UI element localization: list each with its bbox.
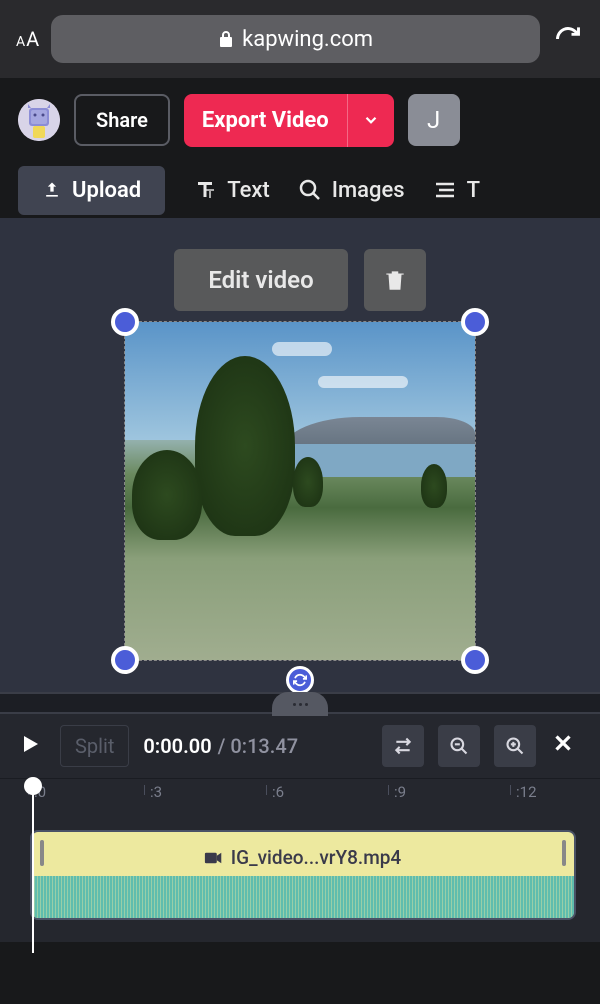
chevron-down-icon [362, 111, 380, 129]
refresh-button[interactable] [552, 23, 584, 55]
panel-divider[interactable] [0, 692, 600, 714]
time-display: 0:00.00 / 0:13.47 [143, 734, 298, 758]
close-icon [550, 730, 576, 756]
edit-video-button[interactable]: Edit video [174, 249, 347, 311]
delete-button[interactable] [364, 249, 426, 311]
clip-trim-right[interactable] [562, 840, 566, 866]
swap-icon [393, 736, 413, 756]
top-toolbar: Share Export Video J [0, 78, 600, 162]
video-icon [205, 851, 223, 865]
url-text: kapwing.com [242, 27, 373, 52]
zoom-out-button[interactable] [438, 725, 480, 767]
workspace-avatar[interactable] [18, 99, 60, 141]
user-badge[interactable]: J [408, 94, 460, 146]
url-bar[interactable]: kapwing.com [51, 15, 540, 63]
browser-chrome: AA kapwing.com [0, 0, 600, 78]
zoom-in-button[interactable] [494, 725, 536, 767]
text-icon [193, 178, 217, 202]
edit-toolbar: Edit video [174, 249, 425, 311]
close-timeline-button[interactable] [550, 730, 582, 762]
zoom-in-icon [505, 736, 525, 756]
clip-trim-left[interactable] [40, 840, 44, 866]
video-frame[interactable] [124, 321, 476, 661]
timeline-controls: Split 0:00.00 / 0:13.47 [0, 714, 600, 778]
more-tool[interactable]: T [433, 178, 480, 203]
playhead[interactable] [24, 777, 42, 795]
secondary-toolbar: Upload Text Images T [0, 162, 600, 218]
split-button[interactable]: Split [60, 725, 129, 767]
clip-label: IG_video...vrY8.mp4 [205, 846, 401, 869]
zoom-out-icon [449, 736, 469, 756]
rotate-icon [293, 673, 307, 687]
menu-icon [433, 178, 457, 202]
video-clip[interactable]: IG_video...vrY8.mp4 [30, 830, 576, 920]
export-button[interactable]: Export Video [184, 94, 347, 147]
refresh-icon [554, 25, 582, 53]
rotate-handle[interactable] [286, 666, 314, 694]
resize-handle-br[interactable] [461, 646, 489, 674]
clip-track: IG_video...vrY8.mp4 [0, 812, 600, 942]
ruler-tick: :12 [516, 783, 537, 801]
text-tool[interactable]: Text [193, 178, 270, 203]
resize-handle-tr[interactable] [461, 308, 489, 336]
audio-waveform [32, 876, 574, 918]
video-preview [125, 322, 475, 660]
resize-handle-bl[interactable] [111, 646, 139, 674]
share-button[interactable]: Share [74, 94, 170, 146]
lock-icon [218, 30, 234, 48]
canvas-area: Edit video [0, 218, 600, 692]
timeline-ruler[interactable]: :0 :3 :6 :9 :12 [0, 778, 600, 812]
ruler-tick: :9 [394, 783, 406, 801]
trash-icon [382, 267, 408, 293]
export-dropdown-button[interactable] [347, 94, 394, 147]
play-icon [18, 732, 42, 756]
search-icon [298, 178, 322, 202]
play-button[interactable] [18, 732, 46, 760]
images-tool[interactable]: Images [298, 178, 405, 203]
upload-button[interactable]: Upload [18, 166, 165, 215]
upload-icon [42, 180, 62, 200]
current-time: 0:00.00 [143, 734, 211, 758]
ruler-tick: :6 [272, 783, 284, 801]
fit-button[interactable] [382, 725, 424, 767]
total-time: 0:13.47 [230, 734, 298, 758]
resize-handle-tl[interactable] [111, 308, 139, 336]
divider-handle[interactable] [272, 692, 328, 716]
ruler-tick: :3 [150, 783, 162, 801]
text-size-button[interactable]: AA [16, 27, 39, 51]
